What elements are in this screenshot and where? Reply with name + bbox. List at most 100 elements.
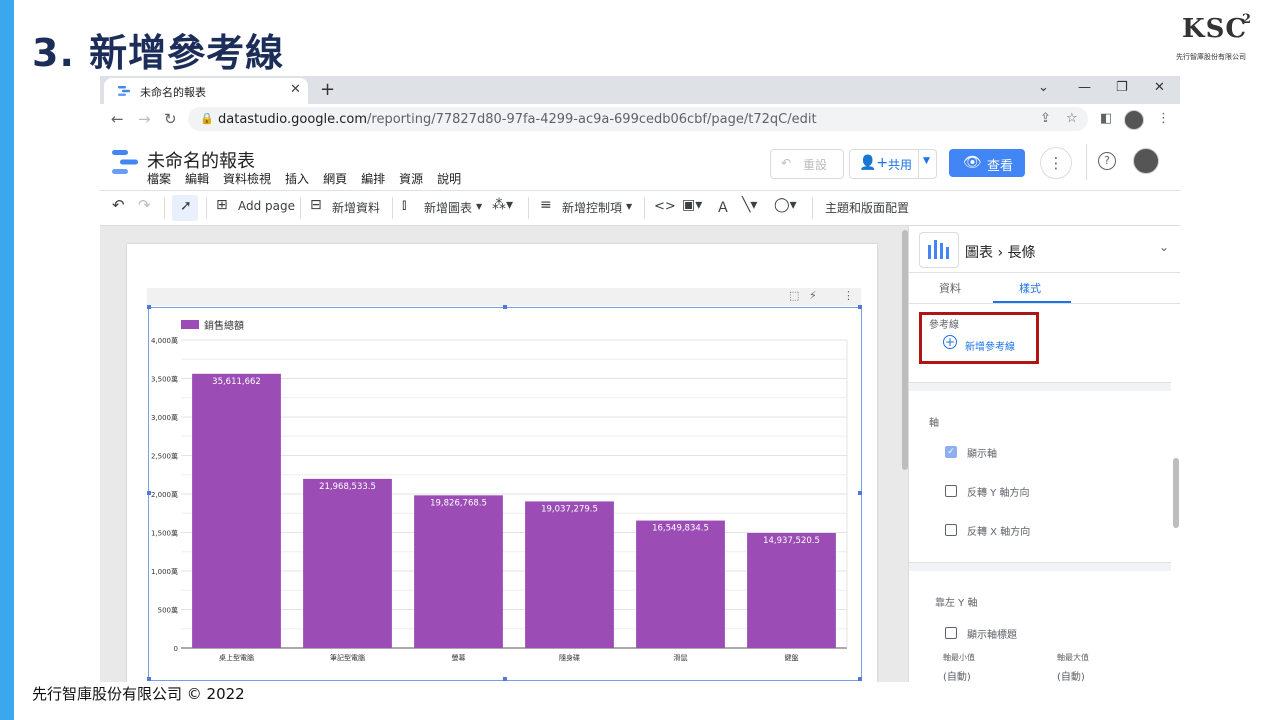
- chart-menu-icon[interactable]: ⋮: [843, 289, 854, 302]
- add-control-button[interactable]: 新增控制項: [562, 199, 622, 216]
- chevron-down-icon[interactable]: ⌄: [1159, 240, 1169, 254]
- ai-optimize-icon[interactable]: ⚡: [809, 289, 817, 302]
- side-panel-icon[interactable]: ◧: [1100, 111, 1112, 126]
- browser-menu-icon[interactable]: ⋮: [1157, 111, 1170, 126]
- bar-value-label: 21,968,533.5: [319, 482, 376, 492]
- tab-close-icon[interactable]: ✕: [290, 82, 301, 97]
- redo-icon[interactable]: ↷: [138, 196, 151, 214]
- logo-text: KSC: [1182, 14, 1248, 44]
- company-logo: KSC 2 先行智庫股份有限公司: [1176, 12, 1256, 64]
- show-axis-checkbox[interactable]: ✓: [945, 446, 957, 458]
- resize-handle[interactable]: [147, 491, 151, 495]
- line-tool-icon[interactable]: ╲▾: [742, 197, 757, 213]
- resize-handle[interactable]: [147, 677, 151, 681]
- x-tick-label: 隨身碟: [559, 653, 580, 662]
- resize-handle[interactable]: [503, 305, 507, 309]
- text-box-icon[interactable]: Ａ: [716, 197, 730, 217]
- help-icon[interactable]: ?: [1098, 152, 1116, 170]
- back-icon[interactable]: ←: [111, 110, 124, 128]
- share-page-icon[interactable]: ⇪: [1040, 111, 1051, 126]
- add-circle-icon[interactable]: +: [943, 335, 957, 349]
- axis-min-input[interactable]: (自動): [943, 668, 971, 682]
- minimize-icon[interactable]: —: [1078, 80, 1091, 95]
- bar-chart[interactable]: 銷售總額 0 500萬 1,000萬 1,500萬 2,000萬 2,500萬 3,000萬 3…: [148, 307, 862, 681]
- reload-icon[interactable]: ↻: [164, 110, 177, 128]
- show-axis-title-checkbox[interactable]: [945, 627, 957, 639]
- restore-icon[interactable]: ❐: [1116, 80, 1128, 95]
- menu-item-help[interactable]: 說明: [437, 172, 461, 186]
- more-options-button[interactable]: ⋮: [1040, 147, 1072, 179]
- resize-handle[interactable]: [858, 305, 862, 309]
- tab-style[interactable]: 樣式: [1019, 280, 1041, 296]
- reverse-x-label: 反轉 X 軸方向: [967, 527, 1031, 538]
- x-tick-label: 筆記型電腦: [330, 653, 365, 662]
- tab-title: 未命名的報表: [140, 86, 206, 99]
- chart-type-breadcrumb[interactable]: 圖表 › 長條: [965, 242, 1036, 262]
- crop-icon[interactable]: ⬚: [789, 289, 799, 302]
- image-icon[interactable]: ▣▾: [682, 197, 702, 213]
- y-tick-label: 2,500萬: [151, 452, 178, 461]
- browser-tab[interactable]: 未命名的報表 ✕: [104, 78, 308, 104]
- add-chart-dropdown-icon[interactable]: ▼: [476, 202, 482, 211]
- url-text: datastudio.google.com/reporting/77827d80…: [218, 112, 817, 127]
- menu-item-resource[interactable]: 資源: [399, 172, 423, 186]
- panel-tabs: 資料 樣式: [909, 273, 1180, 304]
- share-dropdown-icon[interactable]: ▼: [923, 156, 930, 166]
- browser-tab-bar: 未命名的報表 ✕ + ⌄ — ❐ ✕: [100, 76, 1180, 104]
- theme-layout-button[interactable]: 主題和版面配置: [825, 199, 909, 216]
- reverse-y-label: 反轉 Y 軸方向: [967, 488, 1030, 499]
- reverse-y-checkbox[interactable]: [945, 485, 957, 497]
- embed-code-icon[interactable]: <>: [654, 199, 676, 214]
- menu-item-insert[interactable]: 插入: [285, 172, 309, 186]
- report-canvas: ⬚ ⚡ ⋮ 銷售總額 0 500萬 1,000萬 1,500萬 2,000萬 2,500萬 3…: [100, 226, 908, 682]
- add-reference-line-button[interactable]: 新增參考線: [965, 338, 1015, 353]
- add-data-icon: ⊟: [310, 197, 322, 213]
- bookmark-star-icon[interactable]: ☆: [1066, 111, 1078, 126]
- profile-avatar[interactable]: [1124, 110, 1144, 130]
- logo-company-name: 先行智庫股份有限公司: [1176, 53, 1246, 61]
- bar-value-label: 19,826,768.5: [430, 498, 487, 508]
- menu-item-arrange[interactable]: 編排: [361, 172, 385, 186]
- add-data-button[interactable]: 新增資料: [332, 199, 380, 216]
- axis-max-input[interactable]: (自動): [1057, 668, 1085, 682]
- tab-search-icon[interactable]: ⌄: [1038, 80, 1049, 95]
- new-tab-icon[interactable]: +: [320, 79, 335, 100]
- add-chart-icon: ⫾: [402, 197, 407, 213]
- data-studio-favicon-icon: [118, 86, 130, 96]
- eye-icon: 👁: [963, 153, 983, 171]
- forward-icon[interactable]: →: [138, 110, 151, 128]
- reset-button[interactable]: ↶ 重設: [770, 149, 844, 179]
- axis-section-title: 軸: [929, 418, 939, 429]
- menu-item-file[interactable]: 檔案: [147, 172, 171, 186]
- y-tick-label: 3,500萬: [151, 375, 178, 384]
- resize-handle[interactable]: [503, 677, 507, 681]
- resize-handle[interactable]: [147, 305, 151, 309]
- tab-data[interactable]: 資料: [939, 280, 961, 296]
- share-button[interactable]: 👤+ 共用 ▼: [849, 149, 937, 179]
- url-field[interactable]: 🔒 datastudio.google.com/reporting/77827d…: [188, 107, 1088, 131]
- reverse-x-checkbox[interactable]: [945, 524, 957, 536]
- resize-handle[interactable]: [858, 491, 862, 495]
- y-tick-label: 0: [174, 645, 178, 653]
- undo-icon[interactable]: ↶: [112, 196, 125, 214]
- bar-value-label: 14,937,520.5: [763, 536, 820, 546]
- menu-bar: 檔案 編輯 資料檢視 插入 網頁 編排 資源 說明: [147, 170, 475, 187]
- bar-chart-icon: [919, 232, 959, 268]
- add-control-dropdown-icon[interactable]: ▼: [626, 202, 632, 211]
- view-button[interactable]: 👁 查看: [949, 149, 1025, 177]
- close-window-icon[interactable]: ✕: [1154, 80, 1165, 95]
- shape-tool-icon[interactable]: ◯▾: [774, 197, 797, 213]
- panel-scrollbar[interactable]: [1173, 458, 1179, 528]
- community-viz-icon[interactable]: ⁂▾: [492, 197, 513, 213]
- menu-item-edit[interactable]: 編輯: [185, 172, 209, 186]
- resize-handle[interactable]: [858, 677, 862, 681]
- menu-item-page[interactable]: 網頁: [323, 172, 347, 186]
- editor-toolbar: ↶ ↷ ➚ ⊞ Add page ⊟ 新增資料 ⫾ 新增圖表 ▼ ⁂▾ ≡ 新增…: [100, 191, 1180, 226]
- filter-control-icon: ≡: [540, 197, 552, 213]
- add-page-button[interactable]: Add page: [238, 199, 295, 213]
- account-avatar[interactable]: [1133, 148, 1159, 174]
- bar: [192, 373, 281, 648]
- add-chart-button[interactable]: 新增圖表: [424, 199, 472, 216]
- menu-item-view[interactable]: 資料檢視: [223, 172, 271, 186]
- show-axis-title-label: 顯示軸標題: [967, 630, 1017, 641]
